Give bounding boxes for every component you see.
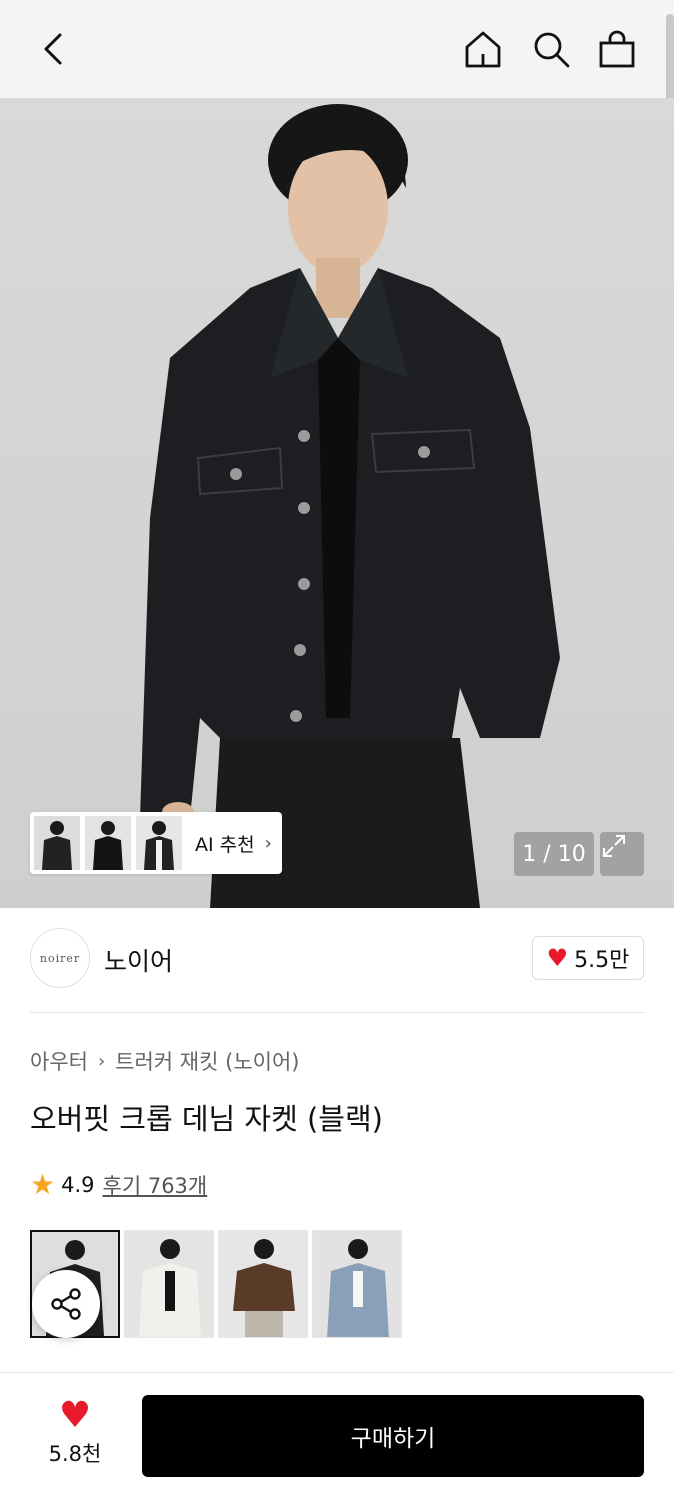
- home-icon: [465, 31, 501, 68]
- heart-icon: ♥: [58, 1395, 92, 1436]
- ai-thumbnail: [34, 816, 80, 870]
- brand-like-count: 5.5만: [574, 948, 630, 973]
- ai-thumbnail: [136, 816, 182, 870]
- heart-icon: ♥: [546, 944, 569, 972]
- product-title: 오버핏 크롭 데님 자켓 (블랙): [30, 1102, 383, 1136]
- shopping-bag-icon: [599, 30, 635, 68]
- breadcrumb-item[interactable]: 트러커 재킷 (노이어): [115, 1046, 299, 1076]
- divider: [30, 1012, 644, 1013]
- chevron-right-icon: ›: [97, 1050, 106, 1072]
- wishlist-count: 5.8천: [48, 1442, 102, 1466]
- rating: ★ 4.9 후기 763개: [30, 1168, 207, 1201]
- expand-button[interactable]: [600, 832, 644, 876]
- back-button[interactable]: [30, 26, 76, 72]
- home-button[interactable]: [460, 26, 506, 72]
- ai-recommend-button[interactable]: AI 추천 ›: [30, 812, 282, 874]
- breadcrumb: 아우터 › 트러커 재킷 (노이어): [30, 1046, 299, 1076]
- review-link[interactable]: 후기 763개: [103, 1170, 208, 1200]
- share-button[interactable]: [32, 1270, 100, 1338]
- breadcrumb-item[interactable]: 아우터: [30, 1046, 88, 1076]
- expand-icon: [603, 835, 625, 857]
- bottom-divider: [0, 1372, 674, 1373]
- cart-button[interactable]: [594, 26, 640, 72]
- variant-light-blue[interactable]: [312, 1230, 402, 1338]
- brand-logo[interactable]: noirer: [30, 928, 90, 988]
- variant-brown[interactable]: [218, 1230, 308, 1338]
- brand-row: noirer 노이어 ♥ 5.5만: [30, 928, 644, 990]
- image-counter: 1 / 10: [514, 832, 594, 876]
- brand-like-button[interactable]: ♥ 5.5만: [532, 936, 644, 980]
- ai-thumbnail: [85, 816, 131, 870]
- variant-white[interactable]: [124, 1230, 214, 1338]
- star-icon: ★: [30, 1168, 56, 1201]
- search-icon: [534, 32, 570, 68]
- share-icon: [51, 1288, 81, 1320]
- wishlist-button[interactable]: ♥ 5.8천: [30, 1398, 120, 1478]
- brand-name[interactable]: 노이어: [104, 942, 173, 978]
- chevron-left-icon: [44, 33, 62, 65]
- chevron-right-icon: ›: [264, 832, 272, 854]
- search-button[interactable]: [528, 26, 574, 72]
- top-bar: [0, 0, 674, 160]
- ai-recommend-label: AI 추천: [195, 833, 255, 856]
- product-main-image[interactable]: AI 추천 › 1 / 10: [0, 98, 674, 908]
- model-photo: [140, 104, 560, 908]
- rating-score: 4.9: [61, 1172, 95, 1197]
- buy-button[interactable]: 구매하기: [142, 1395, 644, 1477]
